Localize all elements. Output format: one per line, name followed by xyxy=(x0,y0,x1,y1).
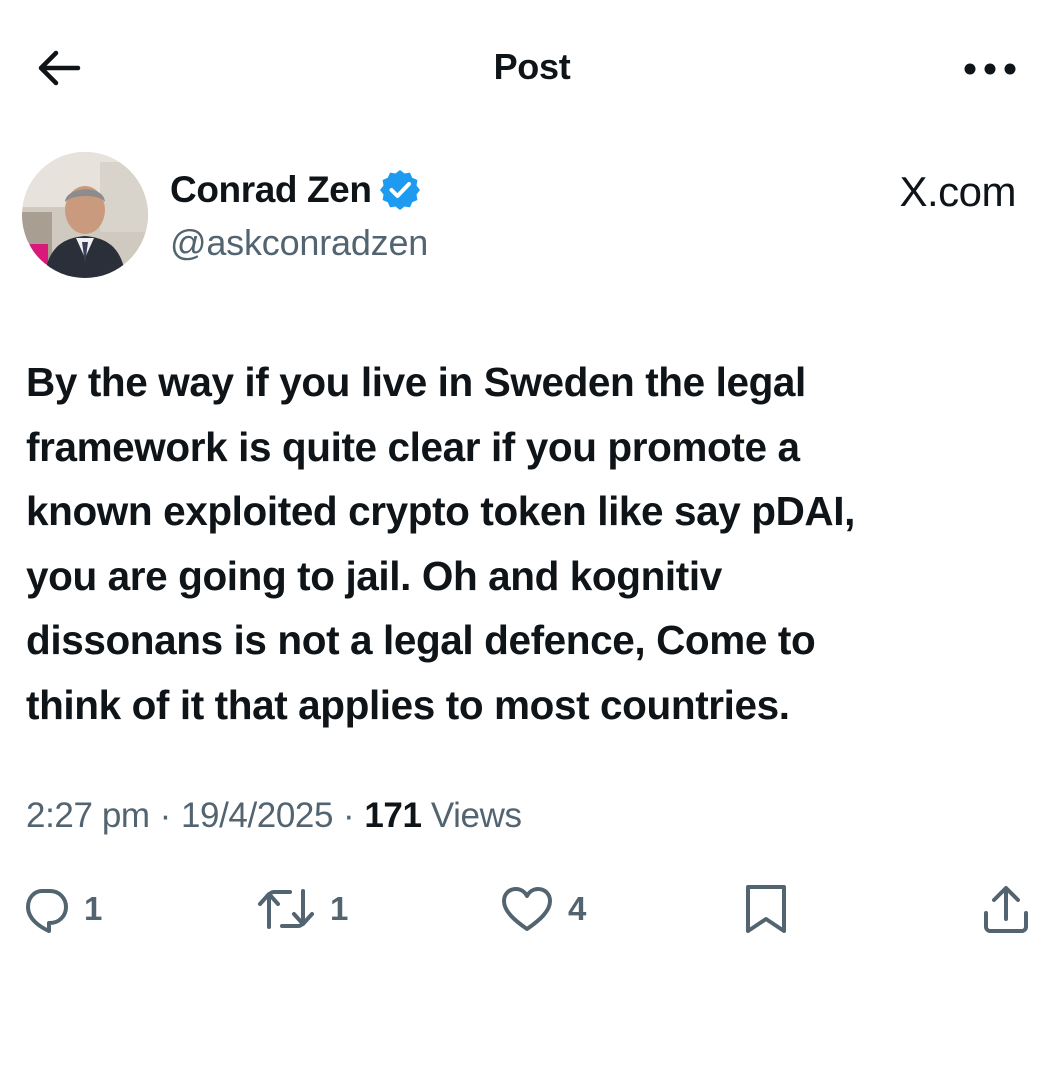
views-label: Views xyxy=(430,796,522,835)
separator-dot: · xyxy=(343,796,355,835)
arrow-left-icon xyxy=(38,50,81,86)
share-button[interactable] xyxy=(980,878,1032,940)
post-text-line: think of it that applies to most countri… xyxy=(26,681,790,728)
author-name-row[interactable]: Conrad Zen xyxy=(170,166,420,214)
reply-button[interactable]: 1 xyxy=(22,878,102,940)
heart-icon xyxy=(502,887,552,931)
avatar-photo xyxy=(22,152,148,278)
more-options-button[interactable] xyxy=(958,52,1022,86)
page-title: Post xyxy=(493,46,571,87)
back-button[interactable] xyxy=(30,44,86,92)
reply-count: 1 xyxy=(84,890,103,927)
reply-icon xyxy=(26,889,68,933)
bookmark-button[interactable] xyxy=(742,878,790,940)
views-count: 171 xyxy=(364,796,422,835)
verified-badge-icon xyxy=(379,170,420,210)
separator-dot: · xyxy=(159,796,172,835)
post-text-line: you are going to jail. Oh and kognitiv xyxy=(26,552,722,599)
post-text-line: dissonans is not a legal defence, Come t… xyxy=(26,617,816,663)
repost-count: 1 xyxy=(330,890,349,927)
repost-button[interactable]: 1 xyxy=(256,878,348,940)
post-time[interactable]: 2:27 pm xyxy=(26,796,150,835)
post-text-line: By the way if you live in Sweden the leg… xyxy=(26,359,806,405)
post-meta: 2:27 pm · 19/4/2025 · 171 Views xyxy=(26,796,522,836)
post-date[interactable]: 19/4/2025 xyxy=(181,796,334,835)
like-button[interactable]: 4 xyxy=(500,878,586,940)
post-text: By the way if you live in Sweden the leg… xyxy=(26,350,1036,737)
share-icon xyxy=(984,886,1028,933)
author-avatar[interactable] xyxy=(22,152,148,278)
post-text-line: framework is quite clear if you promote … xyxy=(26,423,800,470)
post-text-line: known exploited crypto token like say pD… xyxy=(26,488,855,534)
site-watermark: X.com xyxy=(899,168,1016,215)
more-horizontal-icon xyxy=(964,63,1016,75)
author-name[interactable]: Conrad Zen xyxy=(170,169,372,211)
bookmark-icon xyxy=(746,885,786,933)
like-count: 4 xyxy=(568,890,587,927)
repost-icon xyxy=(258,889,314,929)
author-handle[interactable]: @askconradzen xyxy=(170,222,428,264)
post-header: Post xyxy=(0,0,1064,140)
